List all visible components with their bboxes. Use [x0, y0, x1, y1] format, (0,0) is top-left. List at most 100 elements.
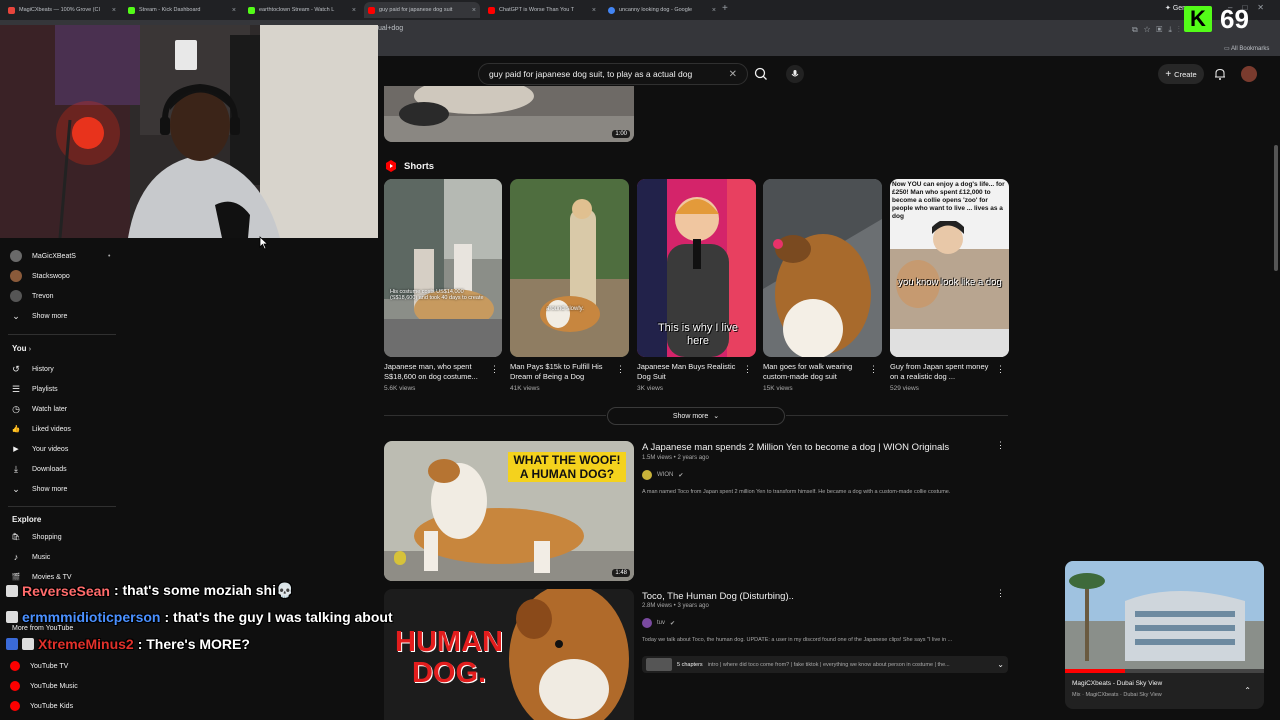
tab-favicon [488, 6, 495, 14]
sidebar-show-more[interactable]: ⌄ Show more [10, 310, 67, 322]
close-tab-icon[interactable]: × [712, 7, 716, 14]
more-options-icon[interactable]: ⋮ [996, 440, 1005, 451]
tab-title: MagiCXbeats — 100% Grove (CI [19, 7, 101, 13]
short-overlay-text: His costume costs US$14,000 (S$18,600) a… [390, 289, 484, 301]
close-tab-icon[interactable]: × [352, 7, 356, 14]
short-thumbnail[interactable]: around slowly. [510, 179, 629, 357]
sidebar-item-label: History [32, 365, 54, 373]
sidebar-item-shopping[interactable]: 🛍 Shopping [10, 531, 62, 543]
sidebar-show-more[interactable]: ⌄ Show more [10, 483, 67, 495]
short-thumbnail[interactable]: His costume costs US$14,000 (S$18,600) a… [384, 179, 502, 357]
short-thumbnail[interactable]: Now YOU can enjoy a dog's life... for £2… [890, 179, 1009, 357]
short-title[interactable]: Man goes for walk wearing custom-made do… [763, 362, 863, 382]
tab-favicon [8, 6, 15, 14]
close-tab-icon[interactable]: × [592, 7, 596, 14]
chapters-count: 5 chapters [677, 661, 703, 668]
chevron-up-icon[interactable]: ⌃ [1244, 686, 1251, 695]
subscription-label: MaGicXBeatS [32, 252, 76, 260]
short-thumbnail[interactable] [763, 179, 882, 357]
search-box[interactable]: guy paid for japanese dog suit, to play … [478, 63, 748, 85]
more-options-icon[interactable]: ⋮ [996, 588, 1005, 599]
tab-bar: MagiCXbeats — 100% Grove (CI × Stream - K… [0, 0, 1280, 20]
shorts-show-more-button[interactable]: Show more ⌄ [607, 407, 785, 425]
chevron-down-icon[interactable]: ⌄ [997, 660, 1004, 669]
sidebar-item-playlists[interactable]: ☰ Playlists [10, 383, 58, 395]
video-thumbnail[interactable]: WHAT THE WOOF! A HUMAN DOG? 1:48 [384, 441, 634, 581]
bell-icon[interactable] [1213, 67, 1227, 81]
close-tab-icon[interactable]: × [112, 7, 116, 14]
search-input[interactable]: guy paid for japanese dog suit, to play … [489, 69, 729, 79]
sidebar-item-your-videos[interactable]: ▶ Your videos [10, 443, 68, 455]
miniplayer-video-image [1065, 561, 1264, 673]
tab-favicon [608, 6, 615, 14]
new-content-dot: • [107, 252, 111, 260]
short-title[interactable]: Guy from Japan spent money on a realisti… [890, 362, 990, 382]
thumbnail-image [384, 86, 634, 142]
chevron-down-icon: ⌄ [12, 483, 20, 494]
short-title[interactable]: Japanese man, who spent S$18,600 on dog … [384, 362, 484, 382]
url-text[interactable]: ual+dog [378, 25, 403, 32]
clear-search-icon[interactable]: ✕ [729, 69, 737, 80]
browser-tab[interactable]: ChatGPT is Worse Than You T × [484, 2, 600, 18]
short-title[interactable]: Man Pays $15k to Fulfill His Dream of Be… [510, 362, 610, 382]
video-duration: 1:48 [612, 569, 630, 577]
chat-badge [6, 611, 18, 623]
sidebar-item-label: YouTube TV [30, 662, 69, 670]
screen: MagiCXbeats — 100% Grove (CI × Stream - K… [0, 0, 1280, 720]
sidebar-item-subscription[interactable]: MaGicXBeatS • [10, 250, 110, 262]
video-thumbnail[interactable]: HUMAN DOG. [384, 589, 634, 720]
browser-tab[interactable]: uncanny looking dog - Google × [604, 2, 720, 18]
video-description: A man named Toco from Japan spent 2 mill… [642, 489, 951, 495]
divider-line [384, 415, 606, 416]
address-bar-icons[interactable]: ⧉☆▣⤓⋮ [1132, 25, 1186, 35]
account-avatar[interactable] [1241, 66, 1257, 82]
miniplayer-title[interactable]: MagiCXbeats - Dubai Sky View [1072, 680, 1162, 687]
short-title[interactable]: Japanese Man Buys Realistic Dog Suit [637, 362, 737, 382]
short-overlay-text: you know look like a dog [898, 277, 1002, 288]
subscription-label: Trevon [32, 292, 54, 300]
sidebar-item-history[interactable]: ↺ History [10, 363, 54, 375]
sidebar-item-youtube-music[interactable]: YouTube Music [10, 680, 78, 692]
create-button[interactable]: + Create [1158, 64, 1204, 84]
search-icon[interactable] [752, 65, 770, 83]
more-options-icon[interactable]: ⋮ [743, 364, 752, 375]
close-tab-icon[interactable]: × [232, 7, 236, 14]
more-options-icon[interactable]: ⋮ [616, 364, 625, 375]
short-thumbnail[interactable]: This is why I live here [637, 179, 756, 357]
more-options-icon[interactable]: ⋮ [996, 364, 1005, 375]
short-views: 15K views [763, 385, 793, 392]
video-meta: 2.8M views • 3 years ago [642, 603, 709, 609]
create-label: Create [1174, 69, 1197, 79]
channel-link[interactable]: WION ✔ [642, 470, 683, 480]
chapters-row[interactable]: 5 chapters intro | where did toco come f… [642, 656, 1008, 673]
browser-tab[interactable]: earthtoclown Stream - Watch L × [244, 2, 360, 18]
miniplayer[interactable]: MagiCXbeats - Dubai Sky View Mix · MagiC… [1065, 561, 1264, 709]
video-title[interactable]: A Japanese man spends 2 Million Yen to b… [642, 442, 949, 453]
sidebar-item-downloads[interactable]: ⤓ Downloads [10, 463, 67, 475]
sidebar-item-youtube-tv[interactable]: YouTube TV [10, 660, 68, 672]
video-thumbnail[interactable]: 1:00 [384, 86, 634, 142]
new-tab-plus-icon[interactable]: + [722, 3, 728, 14]
chat-username: ermmmidioticperson [22, 609, 161, 625]
video-title[interactable]: Toco, The Human Dog (Disturbing).. [642, 591, 794, 602]
page-scrollbar[interactable] [1274, 145, 1278, 271]
sidebar-item-youtube-kids[interactable]: YouTube Kids [10, 700, 73, 712]
browser-tab[interactable]: Stream - Kick Dashboard × [124, 2, 240, 18]
shorts-heading-label: Shorts [404, 160, 435, 172]
more-options-icon[interactable]: ⋮ [490, 364, 499, 375]
sidebar-item-music[interactable]: ♪ Music [10, 551, 51, 563]
sidebar-item-liked-videos[interactable]: 👍 Liked videos [10, 423, 71, 435]
browser-tab[interactable]: MagiCXbeats — 100% Grove (CI × [4, 2, 120, 18]
channel-link[interactable]: tuv ✔ [642, 618, 675, 628]
sidebar-item-label: Movies & TV [32, 573, 72, 581]
more-options-icon[interactable]: ⋮ [869, 364, 878, 375]
sidebar-item-label: YouTube Kids [30, 702, 74, 710]
sidebar-item-subscription[interactable]: Stackswopo [10, 270, 70, 282]
sidebar-you-heading[interactable]: You › [12, 344, 31, 353]
all-bookmarks-button[interactable]: ▭ All Bookmarks [1224, 45, 1269, 52]
close-tab-icon[interactable]: × [472, 7, 476, 14]
sidebar-item-watch-later[interactable]: ◷ Watch later [10, 403, 67, 415]
sidebar-item-subscription[interactable]: Trevon [10, 290, 54, 302]
microphone-icon[interactable] [786, 65, 804, 83]
browser-tab-active[interactable]: guy paid for japanese dog suit × [364, 2, 480, 18]
